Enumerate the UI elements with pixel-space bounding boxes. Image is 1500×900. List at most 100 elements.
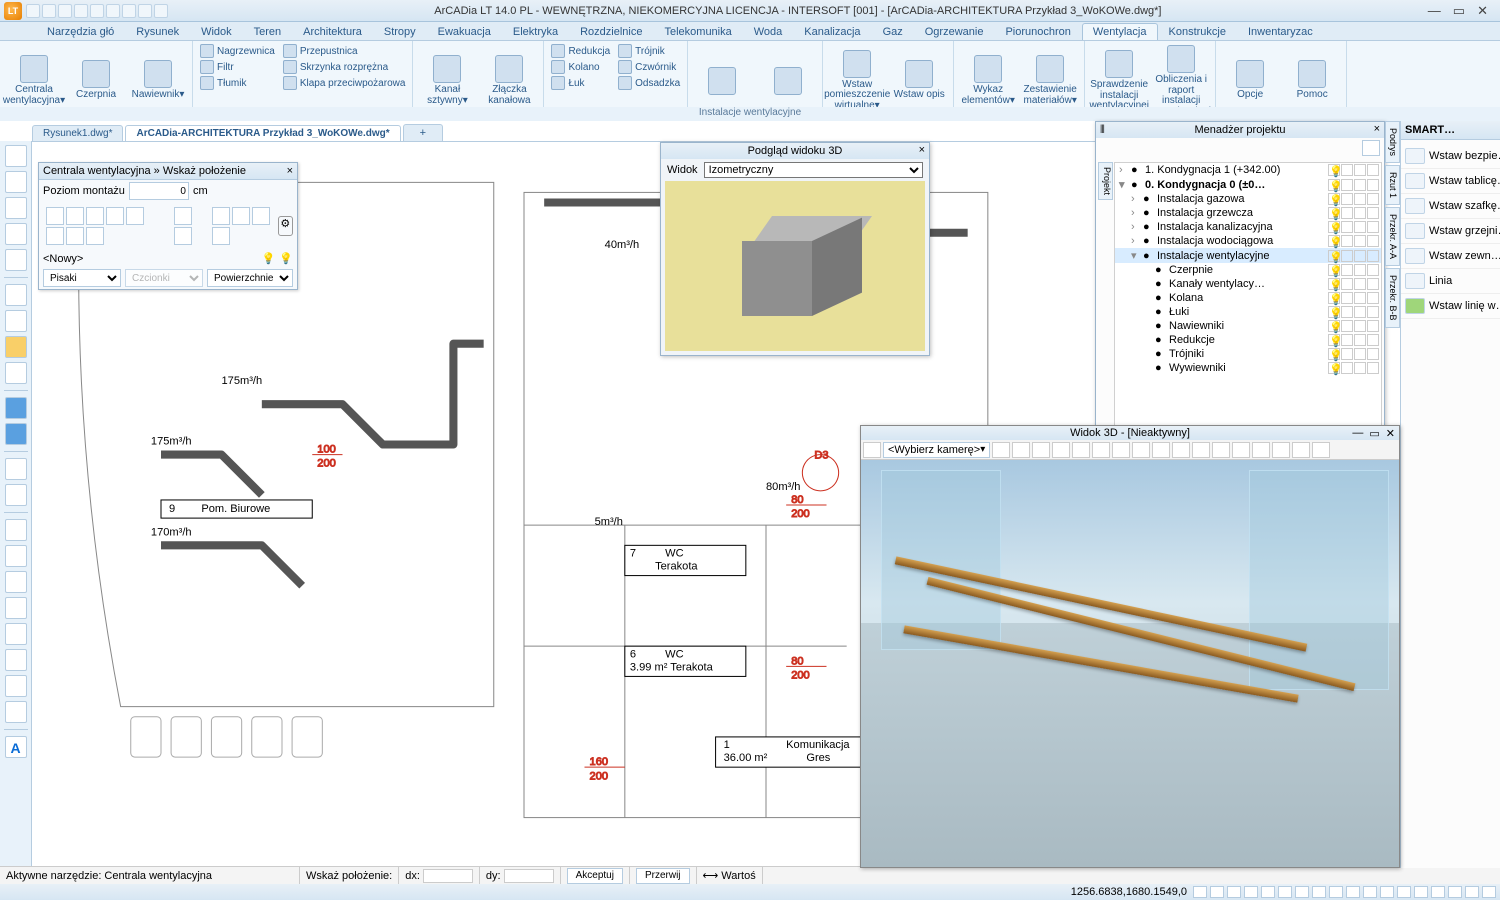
view-select[interactable]: Izometryczny <box>704 162 923 178</box>
qat-btn[interactable] <box>42 4 56 18</box>
ribbon-tab[interactable]: Gaz <box>872 23 914 40</box>
side-tab[interactable]: Przekr. B-B <box>1385 268 1400 328</box>
view3d-btn[interactable] <box>1052 442 1070 458</box>
tool-btn[interactable] <box>5 284 27 306</box>
view3d-btn[interactable] <box>1112 442 1130 458</box>
ribbon-tab[interactable]: Telekomunika <box>653 23 742 40</box>
level-input[interactable] <box>129 182 189 200</box>
tree-row[interactable]: ▾●0. Kondygnacja 0 (±0…💡 <box>1115 177 1381 192</box>
status-toggle[interactable] <box>1397 886 1411 898</box>
tool-btn[interactable] <box>5 675 27 697</box>
qat-btn[interactable] <box>74 4 88 18</box>
ribbon-button[interactable]: Skrzynka rozprężna <box>280 59 409 75</box>
tool-btn[interactable] <box>5 362 27 384</box>
tool-btn[interactable] <box>5 623 27 645</box>
manager-tab-project[interactable]: Projekt <box>1098 162 1113 200</box>
ribbon-tab[interactable]: Konstrukcje <box>1158 23 1237 40</box>
tree-row[interactable]: ●Kolana💡 <box>1115 291 1381 305</box>
status-toggle[interactable] <box>1312 886 1326 898</box>
status-toggle[interactable] <box>1278 886 1292 898</box>
option-btn[interactable] <box>252 207 270 225</box>
smart-item[interactable]: Wstaw szafkę… <box>1401 194 1500 219</box>
lightbulb-icon[interactable]: 💡 <box>262 252 276 265</box>
redo-btn[interactable] <box>5 423 27 445</box>
ribbon-tab[interactable]: Ogrzewanie <box>914 23 995 40</box>
tool-btn[interactable] <box>5 519 27 541</box>
ribbon-button[interactable]: Filtr <box>197 59 278 75</box>
smart-item[interactable]: Wstaw zewn… <box>1401 244 1500 269</box>
ribbon-tab[interactable]: Inwentaryzac <box>1237 23 1324 40</box>
tree-row[interactable]: ●Nawiewniki💡 <box>1115 319 1381 333</box>
status-toggle[interactable] <box>1363 886 1377 898</box>
ref-point-btn[interactable] <box>46 207 64 225</box>
ribbon-tab[interactable]: Ewakuacja <box>427 23 502 40</box>
status-toggle[interactable] <box>1244 886 1258 898</box>
tree-row[interactable]: ›●1. Kondygnacja 1 (+342.00)💡 <box>1115 163 1381 177</box>
ribbon-button[interactable]: Odsadzka <box>615 75 683 91</box>
smart-item[interactable]: Wstaw tablicę… <box>1401 169 1500 194</box>
minimize-button[interactable]: — <box>1428 3 1441 19</box>
undo-btn[interactable] <box>5 397 27 419</box>
tool-btn[interactable] <box>5 701 27 723</box>
tree-row[interactable]: ●Redukcje💡 <box>1115 333 1381 347</box>
qat-btn[interactable] <box>138 4 152 18</box>
status-toggle[interactable] <box>1346 886 1360 898</box>
option-btn[interactable] <box>174 227 192 245</box>
document-tab[interactable]: Rysunek1.dwg* <box>32 125 123 141</box>
ribbon-button[interactable]: Przepustnica <box>280 43 409 59</box>
ref-point-btn[interactable] <box>86 207 104 225</box>
minimize-icon[interactable]: — <box>1352 427 1363 440</box>
arrow-icon[interactable]: ⟷ <box>703 869 719 882</box>
dy-input[interactable] <box>504 869 554 883</box>
close-icon[interactable]: ✕ <box>1386 427 1395 440</box>
status-toggle[interactable] <box>1295 886 1309 898</box>
tree-row[interactable]: ●Trójniki💡 <box>1115 347 1381 361</box>
side-tab[interactable]: Rzut 1 <box>1385 165 1400 205</box>
close-icon[interactable]: × <box>919 144 925 156</box>
ref-point-btn[interactable] <box>86 227 104 245</box>
ribbon-button[interactable]: Tłumik <box>197 75 278 91</box>
cancel-button[interactable]: Przerwij <box>636 868 690 884</box>
tree-row[interactable]: ●Czerpnie💡 <box>1115 263 1381 277</box>
ribbon-tab[interactable]: Rozdzielnice <box>569 23 653 40</box>
ribbon-tab[interactable]: Kanalizacja <box>793 23 871 40</box>
option-btn[interactable] <box>212 207 230 225</box>
status-toggle[interactable] <box>1465 886 1479 898</box>
ribbon-button[interactable]: Łuk <box>548 75 613 91</box>
tool-btn[interactable] <box>5 145 27 167</box>
view3d-btn[interactable] <box>1232 442 1250 458</box>
view3d-btn[interactable] <box>1172 442 1190 458</box>
dx-input[interactable] <box>423 869 473 883</box>
czcionki-select[interactable]: Czcionki <box>125 269 203 287</box>
view3d-btn[interactable] <box>1072 442 1090 458</box>
preview-viewport[interactable] <box>665 181 925 351</box>
ribbon-button[interactable]: Czwórnik <box>615 59 683 75</box>
qat-btn[interactable] <box>154 4 168 18</box>
tool-btn[interactable] <box>5 649 27 671</box>
smart-item[interactable]: Wstaw grzejni… <box>1401 219 1500 244</box>
accept-button[interactable]: Akceptuj <box>567 868 623 884</box>
panel-handle[interactable]: ⦀ <box>1100 124 1105 137</box>
tool-btn[interactable] <box>5 197 27 219</box>
ribbon-button[interactable]: Kolano <box>548 59 613 75</box>
status-toggle[interactable] <box>1210 886 1224 898</box>
ref-point-btn[interactable] <box>106 207 124 225</box>
ribbon-tab[interactable]: Narzędzia głó <box>36 23 125 40</box>
ribbon-tab[interactable]: Stropy <box>373 23 427 40</box>
ribbon-tab[interactable]: Wentylacja <box>1082 23 1158 40</box>
tool-btn[interactable] <box>5 571 27 593</box>
tree-row[interactable]: ●Wywiewniki💡 <box>1115 361 1381 375</box>
ribbon-tab[interactable]: Woda <box>743 23 794 40</box>
view3d-btn[interactable] <box>1252 442 1270 458</box>
tool-btn[interactable] <box>5 545 27 567</box>
option-btn[interactable] <box>174 207 192 225</box>
ribbon-button[interactable]: Nagrzewnica <box>197 43 278 59</box>
tool-btn[interactable] <box>5 249 27 271</box>
qat-btn[interactable] <box>26 4 40 18</box>
ribbon-tab[interactable]: Piorunochron <box>994 23 1081 40</box>
close-button[interactable]: ✕ <box>1477 3 1488 19</box>
powierzchnie-select[interactable]: Powierzchnie <box>207 269 293 287</box>
ref-point-btn[interactable] <box>66 207 84 225</box>
status-toggle[interactable] <box>1448 886 1462 898</box>
status-toggle[interactable] <box>1431 886 1445 898</box>
